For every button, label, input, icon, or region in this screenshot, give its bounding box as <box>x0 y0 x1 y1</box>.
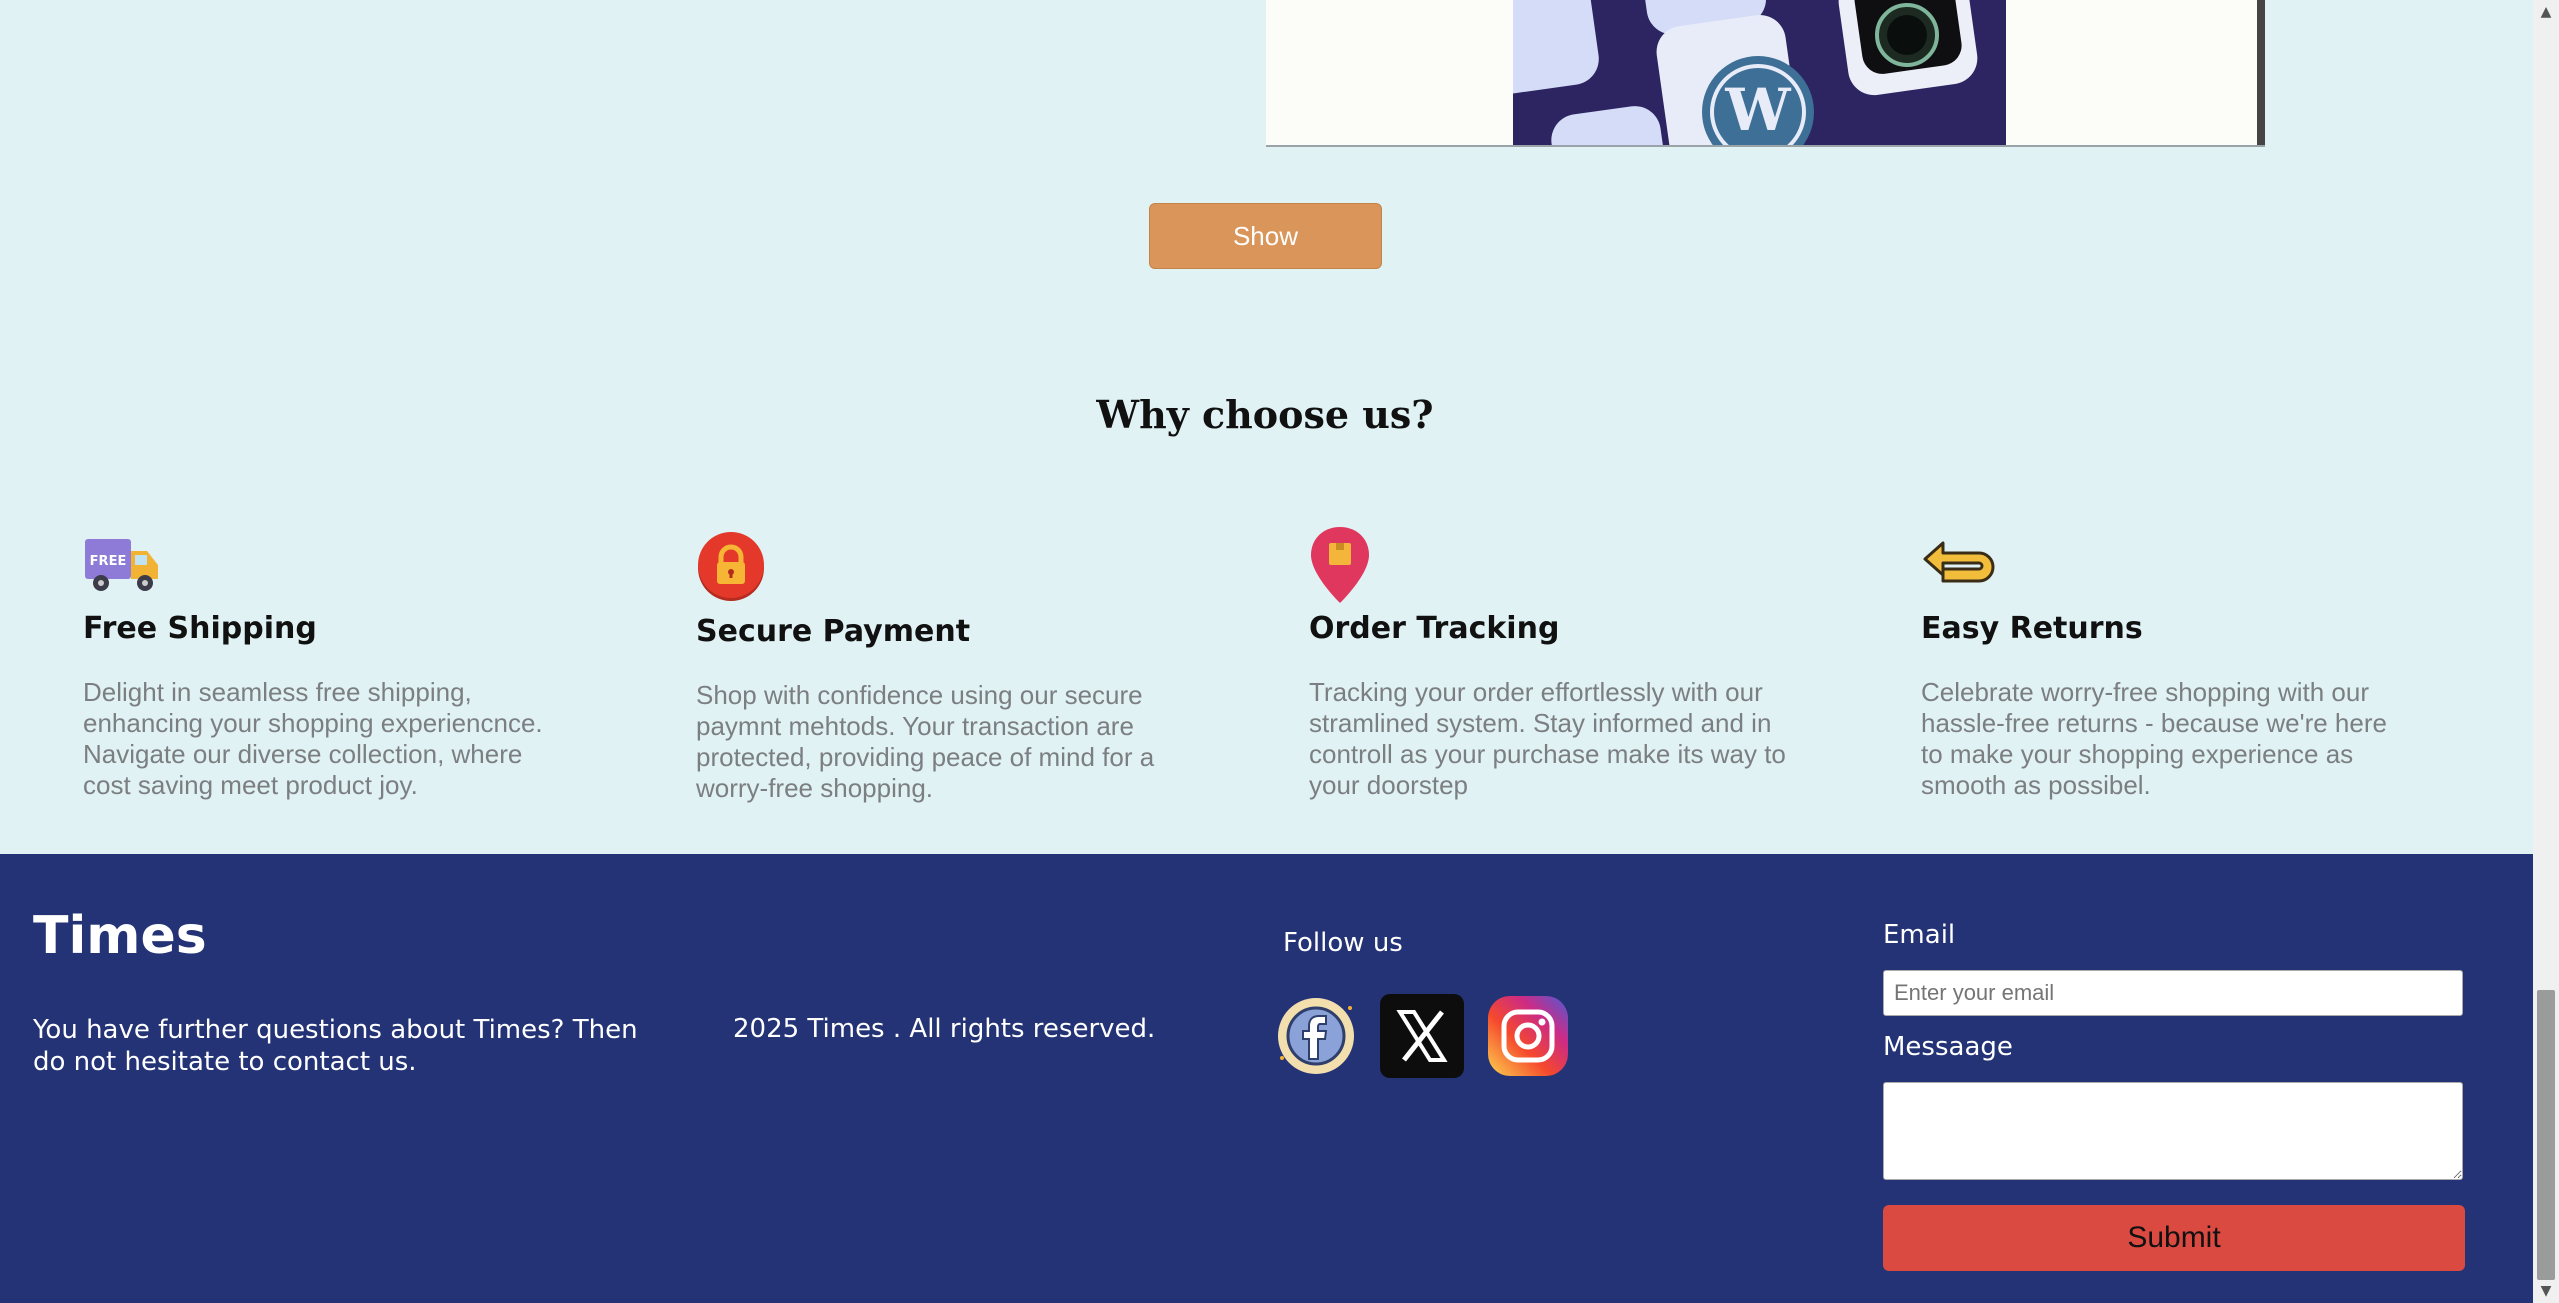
scroll-down-arrow-icon[interactable]: ▼ <box>2533 1279 2559 1303</box>
footer-copyright: 2025 Times . All rights reserved. <box>733 1014 1156 1044</box>
free-shipping-truck-icon: FREE <box>83 535 161 599</box>
map-pin-icon <box>1309 525 1371 609</box>
wordpress-illustration: W <box>1513 0 2006 145</box>
facebook-icon[interactable] <box>1274 994 1358 1078</box>
svg-text:FREE: FREE <box>90 554 127 569</box>
footer: Times You have further questions about T… <box>0 854 2533 1303</box>
why-choose-us-heading: Why choose us? <box>1096 392 1434 437</box>
feature-title: Free Shipping <box>83 611 317 646</box>
feature-title: Secure Payment <box>696 614 971 649</box>
scroll-up-arrow-icon[interactable]: ▲ <box>2533 0 2559 24</box>
image-frame-edge <box>2257 0 2265 145</box>
scrollbar-thumb[interactable] <box>2537 990 2555 1280</box>
feature-description: Delight in seamless free shipping, enhan… <box>83 677 543 800</box>
message-field[interactable] <box>1883 1082 2463 1180</box>
follow-us-label: Follow us <box>1283 928 1403 958</box>
svg-text:W: W <box>1724 76 1791 144</box>
footer-brand: Times <box>33 906 207 966</box>
page-scrollbar[interactable]: ▲ ▼ <box>2533 0 2559 1303</box>
footer-contact-text: You have further questions about Times? … <box>33 1015 638 1077</box>
return-arrow-icon <box>1921 539 1997 591</box>
message-label: Messaage <box>1883 1032 2013 1062</box>
feature-description: Shop with confidence using our secure pa… <box>696 680 1155 803</box>
submit-button[interactable]: Submit <box>1883 1205 2465 1271</box>
instagram-icon[interactable] <box>1486 994 1570 1078</box>
gallery-image: W <box>1266 0 2265 147</box>
email-field[interactable] <box>1883 970 2463 1016</box>
x-icon[interactable] <box>1380 994 1464 1078</box>
feature-description: Tracking your order effortlessly with ou… <box>1309 677 1786 800</box>
show-button[interactable]: Show <box>1149 203 1382 269</box>
lock-icon <box>696 531 766 607</box>
feature-title: Order Tracking <box>1309 611 1560 646</box>
feature-title: Easy Returns <box>1921 611 2143 646</box>
email-label: Email <box>1883 920 1956 950</box>
feature-description: Celebrate worry-free shopping with our h… <box>1921 677 2387 800</box>
